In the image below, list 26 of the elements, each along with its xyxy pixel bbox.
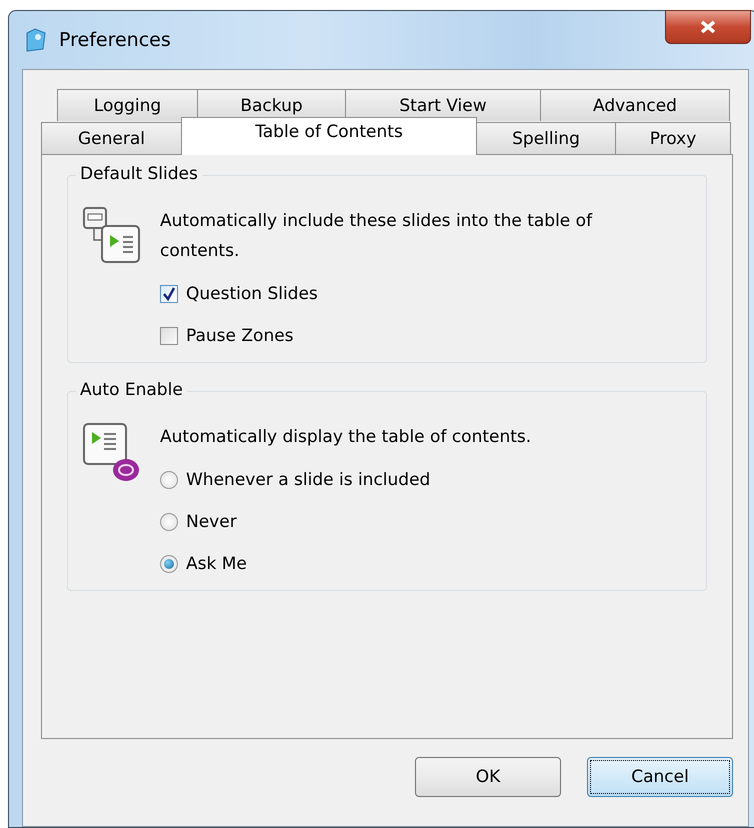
slides-list-icon	[82, 206, 142, 266]
close-button[interactable]	[665, 10, 751, 44]
tab[interactable]: Proxy	[615, 122, 731, 154]
radio-button[interactable]	[160, 513, 178, 531]
close-icon	[699, 20, 717, 34]
dialog-button[interactable]: Cancel	[587, 757, 733, 797]
toc-enable-icon	[82, 422, 142, 484]
checkbox-label[interactable]: Question Slides	[186, 284, 318, 304]
description-text: Automatically display the table of contents.	[160, 426, 532, 449]
checkbox[interactable]	[160, 327, 178, 345]
tab[interactable]: General	[41, 122, 182, 154]
checkbox[interactable]	[160, 285, 178, 303]
dialog-button[interactable]: OK	[415, 757, 561, 797]
tab[interactable]: Spelling	[476, 122, 616, 154]
radio-button[interactable]	[160, 555, 178, 573]
window-title: Preferences	[59, 29, 171, 51]
radio-button[interactable]	[160, 471, 178, 489]
radio-label[interactable]: Whenever a slide is included	[186, 470, 430, 490]
description-text: Automatically include these slides into the table of contents.	[160, 210, 594, 263]
radio-label[interactable]: Ask Me	[186, 554, 247, 574]
checkbox-label[interactable]: Pause Zones	[186, 326, 294, 346]
radio-label[interactable]: Never	[186, 512, 237, 532]
tab[interactable]: Table of Contents	[181, 117, 477, 155]
tab[interactable]: Logging	[57, 89, 198, 121]
tab[interactable]: Advanced	[540, 89, 730, 121]
tab[interactable]: Start View	[345, 89, 541, 121]
